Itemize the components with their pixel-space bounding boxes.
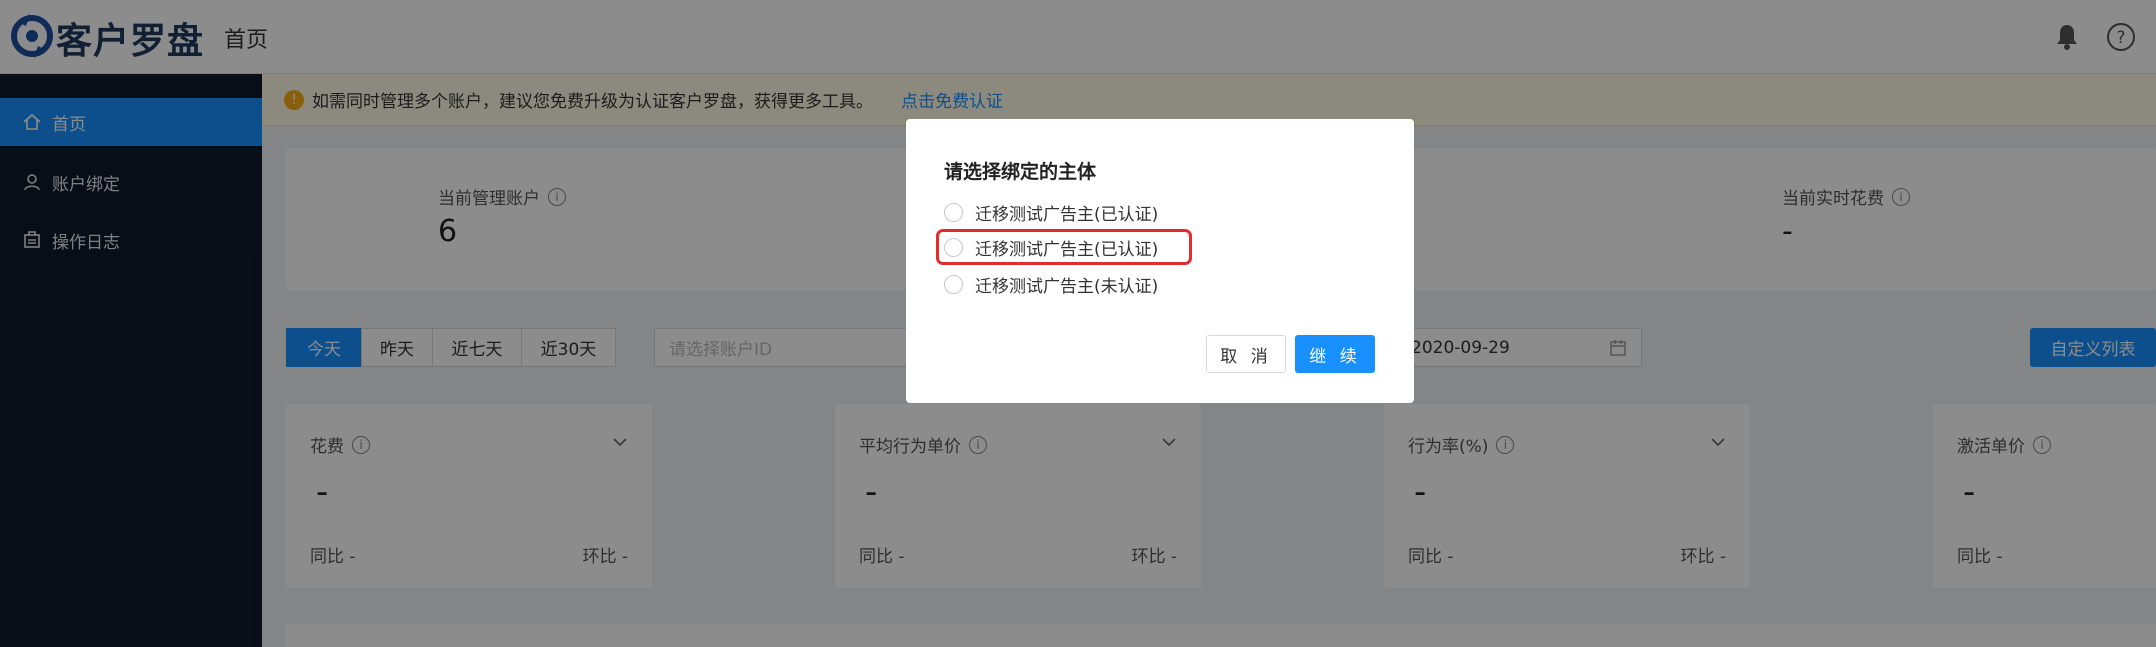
dialog-title: 请选择绑定的主体 [944,161,1097,183]
radio-button[interactable] [944,237,963,257]
entity-option[interactable]: 迁移测试广告主(未认证) [944,270,1158,298]
option-label: 迁移测试广告主(已认证) [975,239,1159,260]
option-label: 迁移测试广告主(已认证) [975,204,1159,225]
entity-option[interactable]: 迁移测试广告主(已认证) [944,233,1158,261]
radio-button[interactable] [944,202,963,222]
entity-option[interactable]: 迁移测试广告主(已认证) [944,198,1158,226]
continue-button[interactable]: 继 续 [1295,335,1375,373]
option-label: 迁移测试广告主(未认证) [975,276,1159,297]
cancel-button[interactable]: 取 消 [1206,335,1286,373]
radio-button[interactable] [944,274,963,294]
select-entity-dialog: 请选择绑定的主体 迁移测试广告主(已认证) 迁移测试广告主(已认证) 迁移测试广… [906,119,1414,403]
